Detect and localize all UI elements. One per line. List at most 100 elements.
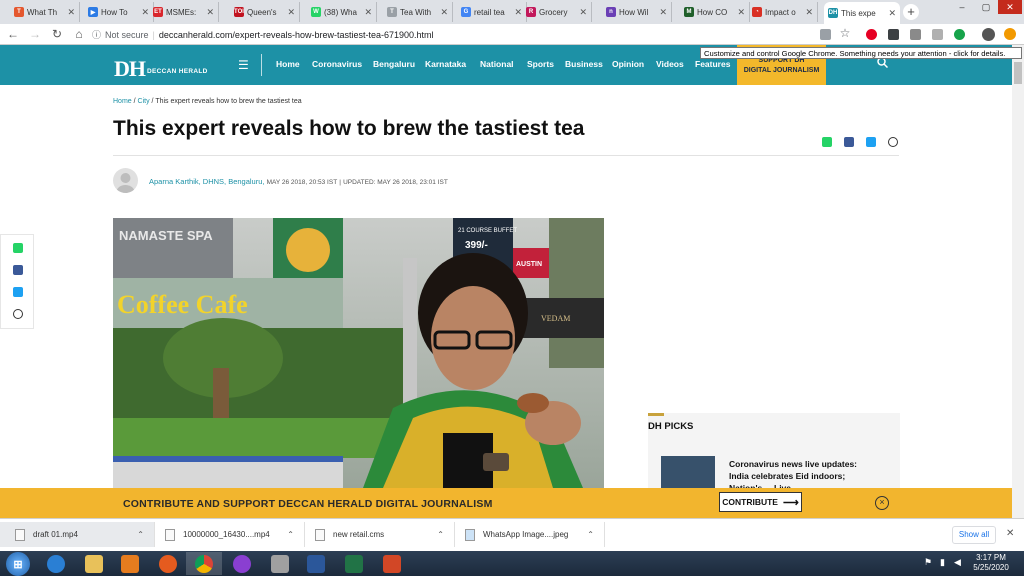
share-icon[interactable] (888, 137, 898, 147)
author-name[interactable]: Aparna Karthik, DHNS, Bengaluru, (149, 177, 264, 186)
address-bar[interactable]: ⓘ Not secure | deccanherald.com/expert-r… (92, 26, 832, 43)
downloads-close-icon[interactable]: ✕ (1006, 528, 1014, 539)
breadcrumb-city[interactable]: City (138, 98, 150, 105)
home-icon[interactable]: ⌂ (72, 27, 86, 41)
download-item[interactable]: WhatsApp Image....jpeg ⌃ (455, 522, 605, 547)
whatsapp-share-icon[interactable] (822, 137, 832, 147)
info-icon[interactable]: ⓘ (92, 28, 101, 41)
maximize-button[interactable]: ▢ (974, 0, 998, 14)
browser-tab[interactable]: T Tea With ✕ (383, 2, 453, 22)
tab-close-icon[interactable]: ✕ (440, 7, 448, 18)
chevron-up-icon[interactable]: ⌃ (587, 530, 594, 539)
tab-close-icon[interactable]: ✕ (579, 7, 587, 18)
download-item[interactable]: new retail.cms ⌃ (305, 522, 455, 547)
nav-link-sports[interactable]: Sports (527, 59, 554, 69)
share-icon[interactable] (13, 309, 23, 319)
minimize-button[interactable]: – (950, 0, 974, 14)
page-scrollbar[interactable] (1012, 45, 1024, 518)
start-button[interactable]: ⊞ (6, 552, 30, 576)
battery-icon[interactable]: ▮ (940, 557, 945, 568)
word-icon[interactable] (298, 552, 334, 575)
tab-close-icon[interactable]: ✕ (888, 8, 896, 19)
back-icon[interactable]: ← (6, 27, 20, 41)
nav-link-opinion[interactable]: Opinion (612, 59, 644, 69)
tab-close-icon[interactable]: ✕ (287, 7, 295, 18)
browser-tab[interactable]: W (38) Wha ✕ (307, 2, 377, 22)
whatsapp-icon[interactable] (13, 243, 23, 253)
twitter-share-icon[interactable] (866, 137, 876, 147)
download-item[interactable]: 10000000_16430....mp4 ⌃ (155, 522, 305, 547)
flag-icon[interactable]: ⚑ (924, 557, 932, 568)
nav-link-videos[interactable]: Videos (656, 59, 684, 69)
nav-link-business[interactable]: Business (565, 59, 603, 69)
g-extension-icon[interactable] (910, 29, 921, 40)
excel-icon[interactable] (336, 552, 372, 575)
browser-tab[interactable]: Gretail tea ✕ (457, 2, 527, 22)
contribute-button[interactable]: CONTRIBUTE ⟶ (719, 492, 802, 512)
browser-tab[interactable]: T What Th ✕ (10, 2, 80, 22)
firefox-icon[interactable] (150, 552, 186, 575)
profile-avatar[interactable] (982, 28, 995, 41)
show-all-button[interactable]: Show all (952, 526, 996, 544)
ie-icon[interactable] (38, 552, 74, 575)
header-divider (261, 54, 262, 76)
media-player-icon[interactable] (112, 552, 148, 575)
chevron-up-icon[interactable]: ⌃ (437, 530, 444, 539)
chevron-up-icon[interactable]: ⌃ (287, 530, 294, 539)
browser-tab[interactable]: n How Wil ✕ (602, 2, 672, 22)
nav-link-features[interactable]: Features (695, 59, 730, 69)
browser-tab[interactable]: ET MSMEs: ✕ (149, 2, 219, 22)
pinterest-icon[interactable] (866, 29, 877, 40)
scrollbar-thumb[interactable] (1014, 62, 1022, 84)
taskbar-clock[interactable]: 3:17 PM 5/25/2020 (970, 553, 1012, 573)
layers-icon[interactable] (888, 29, 899, 40)
extension-icon[interactable] (820, 29, 831, 40)
volume-icon[interactable]: ◀ (954, 557, 961, 568)
chrome-icon[interactable] (186, 552, 222, 575)
pick-thumbnail[interactable] (661, 456, 715, 488)
twitter-icon[interactable] (13, 287, 23, 297)
tab-close-icon[interactable]: ✕ (659, 7, 667, 18)
tab-close-icon[interactable]: ✕ (737, 7, 745, 18)
tools-icon[interactable] (262, 552, 298, 575)
dh-logo[interactable]: DH (114, 56, 146, 82)
nav-link-bengaluru[interactable]: Bengaluru (373, 59, 415, 69)
banner-close-icon[interactable]: × (875, 496, 889, 510)
facebook-share-icon[interactable] (844, 137, 854, 147)
pdf-icon[interactable] (932, 29, 943, 40)
close-window-button[interactable]: ✕ (998, 0, 1022, 14)
explorer-icon[interactable] (76, 552, 112, 575)
nav-link-coronavirus[interactable]: Coronavirus (312, 59, 362, 69)
tab-close-icon[interactable]: ✕ (805, 7, 813, 18)
tab-favicon-icon: G (461, 7, 471, 17)
powerpoint-icon[interactable] (374, 552, 410, 575)
bookmark-star-icon[interactable]: ☆ (838, 26, 852, 40)
breadcrumb-home[interactable]: Home (113, 98, 132, 105)
browser-tab[interactable]: M How CO ✕ (680, 2, 750, 22)
browser-tab[interactable]: TOI Queen's ✕ (230, 2, 300, 22)
nav-link-national[interactable]: National (480, 59, 514, 69)
browser-tab[interactable]: DH This expe ✕ (824, 2, 900, 24)
austin-sign: AUSTIN (516, 261, 542, 268)
tab-close-icon[interactable]: ✕ (514, 7, 522, 18)
nav-link-karnataka[interactable]: Karnataka (425, 59, 466, 69)
facebook-icon[interactable] (13, 265, 23, 275)
tab-close-icon[interactable]: ✕ (364, 7, 372, 18)
new-tab-button[interactable]: + (903, 4, 919, 20)
browser-tab[interactable]: R Grocery ✕ (522, 2, 592, 22)
nav-link-home[interactable]: Home (276, 59, 300, 69)
download-item[interactable]: draft 01.mp4 ⌃ (0, 522, 155, 547)
firefox-alt-icon[interactable] (224, 552, 260, 575)
browser-tab[interactable]: ▶ How To ✕ (84, 2, 154, 22)
search-icon[interactable] (877, 57, 889, 71)
tab-close-icon[interactable]: ✕ (67, 7, 75, 18)
browser-tab[interactable]: ◔ Impact o ✕ (748, 2, 818, 22)
reload-icon[interactable]: ↻ (50, 27, 64, 41)
forward-icon[interactable]: → (28, 27, 42, 41)
chevron-up-icon[interactable]: ⌃ (137, 530, 144, 539)
chrome-menu-icon[interactable] (1004, 28, 1016, 40)
grammarly-icon[interactable] (954, 29, 965, 40)
tab-close-icon[interactable]: ✕ (141, 7, 149, 18)
tab-close-icon[interactable]: ✕ (206, 7, 214, 18)
hamburger-menu-icon[interactable]: ☰ (238, 58, 249, 72)
